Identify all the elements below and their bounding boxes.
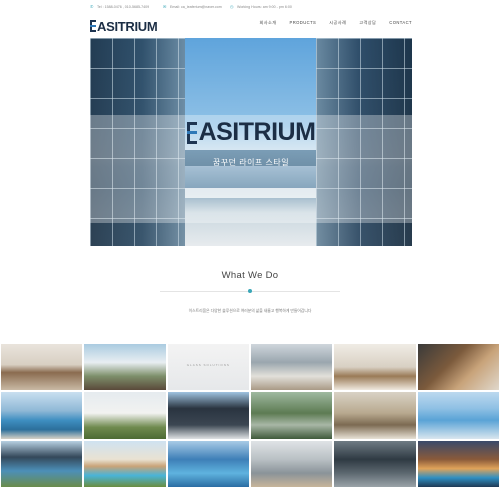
email-info: ✉ Email: ca_leaferium@naver.com <box>163 4 222 10</box>
hero-logo-mark-icon <box>186 121 197 144</box>
gallery-thumb-blue-pool-cover[interactable] <box>166 439 250 488</box>
logo-mark-icon <box>90 20 96 32</box>
gallery-thumb-dark-pool-cover[interactable] <box>333 439 417 488</box>
gallery-thumb-sunroom-lounge[interactable] <box>333 343 417 392</box>
section-title: What We Do <box>221 270 279 281</box>
nav-item-about[interactable]: 회사소개 <box>260 20 277 26</box>
gallery-thumb-garden-glasshouse[interactable] <box>249 391 334 440</box>
gallery-thumb-glass-roof-house[interactable] <box>249 343 334 392</box>
mail-icon: ✉ <box>163 4 167 9</box>
gallery-thumb-glass-canopy[interactable] <box>416 343 500 392</box>
hero-logo-text: ASITRIUM <box>198 118 316 146</box>
clock-icon: ◷ <box>230 4 234 9</box>
gallery-thumb-interior-hall[interactable] <box>333 391 417 440</box>
section-description: 이스트리움은 다양한 솔루션으로 여러분의 삶을 새롭고 행복하게 만들어갑니다 <box>188 309 312 313</box>
site-logo[interactable]: ASITRIUM <box>90 18 158 34</box>
nav-item-contact[interactable]: CONTACT <box>389 20 412 26</box>
gallery-thumb-dark-sunroom[interactable] <box>166 391 250 440</box>
phone-text: Tel : 1588-0476 , 010-5685-7409 <box>97 5 150 9</box>
email-text[interactable]: Email: ca_leaferium@naver.com <box>170 5 222 9</box>
section-divider-dot <box>248 289 252 293</box>
nav-item-cases[interactable]: 시공사례 <box>329 20 346 26</box>
gallery-thumb-villa-pool[interactable] <box>83 439 167 488</box>
hero-banner: ASITRIUM 꿈꾸던 라이프 스타일 <box>90 38 412 246</box>
nav-item-consult[interactable]: 고객상담 <box>359 20 376 26</box>
gallery-thumb-pool-enclosure[interactable] <box>0 439 84 488</box>
hero-tagline: 꿈꾸던 라이프 스타일 <box>212 158 290 167</box>
nav-item-products[interactable]: PRODUCTS <box>290 20 317 26</box>
gallery-thumb-white-interior[interactable]: GLASS SOLUTIONS <box>166 343 250 392</box>
gallery-thumb-dome-pool-cover[interactable] <box>416 391 500 440</box>
gallery-thumb-modern-living-room[interactable] <box>0 343 84 392</box>
hours-text: Working Hours: am 9:00 - pm 6:00 <box>237 5 292 9</box>
phone-icon: ✆ <box>90 4 94 9</box>
project-gallery: GLASS SOLUTIONS <box>0 343 500 488</box>
logo-text: ASITRIUM <box>97 18 158 34</box>
main-nav: 회사소개 PRODUCTS 시공사례 고객상담 CONTACT <box>247 20 412 26</box>
hours-info: ◷ Working Hours: am 9:00 - pm 6:00 <box>230 4 292 10</box>
top-info-bar: ✆ Tel : 1588-0476 , 010-5685-7409 ✉ Emai… <box>0 0 500 16</box>
gallery-caption: GLASS SOLUTIONS <box>186 362 230 367</box>
site-header: ASITRIUM 회사소개 PRODUCTS 시공사례 고객상담 CONTACT <box>0 16 500 38</box>
gallery-thumb-terrace-dining[interactable] <box>83 343 167 392</box>
gallery-thumb-night-house-pool[interactable] <box>416 439 500 488</box>
gallery-thumb-patio-pool-cover[interactable] <box>249 439 334 488</box>
hero-logo: ASITRIUM <box>90 118 412 147</box>
gallery-thumb-ocean-pool[interactable] <box>0 391 84 440</box>
gallery-thumb-white-conservatory[interactable] <box>83 391 167 440</box>
phone-info: ✆ Tel : 1588-0476 , 010-5685-7409 <box>90 4 150 10</box>
